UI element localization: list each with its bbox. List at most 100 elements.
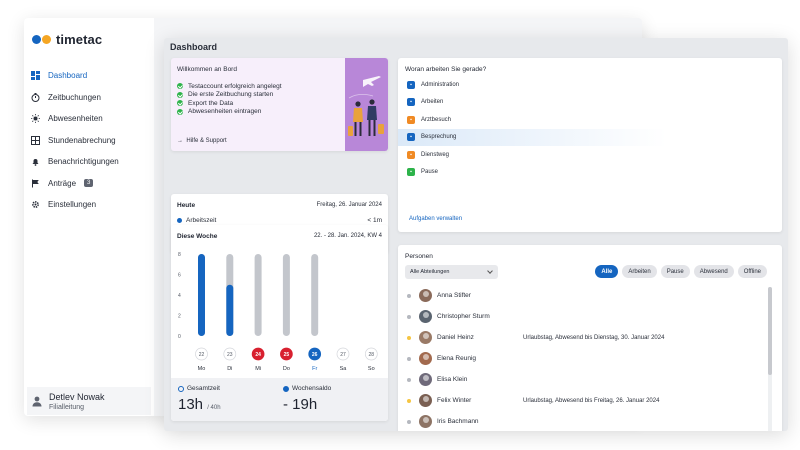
user-profile[interactable]: Detlev Nowak Filialleitung	[27, 387, 151, 415]
onboarding-checklist: Testaccount erfolgreich angelegt Die erst…	[177, 82, 282, 116]
welcome-card: Willkommen an Bord Testaccount erfolgrei…	[171, 58, 388, 151]
airplane-people-illustration-icon	[348, 76, 384, 136]
task-item-arztbesuch[interactable]: ▪ Arztbesuch	[398, 111, 782, 128]
presence-dot-icon	[407, 377, 411, 382]
logo-dot-blue	[32, 35, 41, 44]
checklist-item[interactable]: Export the Data	[177, 99, 282, 108]
task-category-icon: ▪	[407, 168, 415, 176]
weekday-label: Do	[283, 366, 290, 372]
filter-arbeiten[interactable]: Arbeiten	[622, 265, 657, 278]
task-item-label: Dienstweg	[421, 151, 450, 158]
avatar	[419, 289, 432, 302]
people-title: Personen	[405, 253, 433, 260]
today-title: Heute	[177, 202, 196, 209]
avatar	[419, 310, 432, 323]
logo-icon	[32, 35, 51, 44]
weekday-label: Mi	[255, 366, 261, 372]
presence-dot-icon	[407, 398, 411, 403]
person-row[interactable]: Elisa Klein	[407, 369, 767, 390]
person-name: Felix Winter	[437, 397, 472, 404]
brand-name: timetac	[56, 32, 103, 47]
filter-offline[interactable]: Offline	[737, 265, 767, 278]
user-role: Filialleitung	[49, 403, 85, 411]
day-number-label: 27	[340, 352, 346, 358]
requests-count-badge: 3	[84, 179, 94, 188]
task-category-icon: ▪	[407, 98, 415, 106]
sidebar-item-label: Stundenabrechung	[48, 135, 116, 145]
sidebar-item-stundenabrechung[interactable]: Stundenabrechung	[31, 130, 151, 152]
avatar	[419, 331, 432, 344]
stopwatch-icon	[31, 92, 40, 102]
task-category-icon: ▪	[407, 133, 415, 141]
person-absence-note: Urlaubstag, Abwesend bis Dienstag, 30. J…	[523, 334, 665, 341]
sidebar-item-label: Abwesenheiten	[48, 114, 103, 124]
sidebar-item-label: Einstellungen	[48, 200, 97, 210]
presence-dot-icon	[407, 314, 411, 319]
tasks-title: Woran arbeiten Sie gerade?	[405, 66, 487, 73]
travel-illustration	[345, 58, 388, 151]
today-row-label: Arbeitszeit	[177, 217, 216, 224]
filter-alle[interactable]: Alle	[595, 265, 619, 278]
department-select[interactable]: Alle Abteilungen	[405, 265, 498, 279]
person-row[interactable]: Christopher Sturm	[407, 306, 767, 327]
weekday-label: Mo	[198, 366, 206, 372]
help-support-link[interactable]: → Hilfe & Support	[177, 138, 227, 144]
brand-logo[interactable]: timetac	[32, 32, 102, 47]
checklist-item[interactable]: Die erste Zeitbuchung starten	[177, 91, 282, 100]
filter-abwesend[interactable]: Abwesend	[693, 265, 734, 278]
task-item-administration[interactable]: ▪ Administration	[398, 76, 782, 93]
filter-pause[interactable]: Pause	[660, 265, 690, 278]
person-name: Elena Reunig	[437, 355, 477, 362]
sidebar-item-einstellungen[interactable]: Einstellungen	[31, 194, 151, 216]
y-tick-label: 4	[178, 293, 181, 299]
day-number-label: 26	[312, 352, 318, 358]
person-row[interactable]: Elena Reunig	[407, 348, 767, 369]
presence-dot-icon	[407, 419, 411, 424]
sidebar-item-zeitbuchungen[interactable]: Zeitbuchungen	[31, 87, 151, 109]
weekday-label: Fr	[312, 366, 317, 372]
person-row[interactable]: Daniel Heinz Urlaubstag, Abwesend bis Die…	[407, 327, 767, 348]
welcome-title: Willkommen an Bord	[177, 66, 237, 73]
person-name: Christopher Sturm	[437, 313, 490, 320]
target-bar	[311, 254, 319, 336]
total-target: / 40h	[207, 405, 221, 411]
sidebar-item-antr-ge[interactable]: Anträge 3	[31, 173, 151, 195]
avatar	[419, 394, 432, 407]
check-circle-icon	[177, 108, 183, 115]
sidebar-item-dashboard[interactable]: Dashboard	[31, 65, 151, 87]
checklist-item[interactable]: Testaccount erfolgreich angelegt	[177, 82, 282, 91]
task-category-icon: ▪	[407, 150, 415, 159]
person-row[interactable]: Felix Winter Urlaubstag, Abwesend bis Fre…	[407, 390, 767, 411]
person-name: Elisa Klein	[437, 376, 468, 383]
manage-tasks-link[interactable]: Aufgaben verwalten	[409, 216, 462, 222]
task-item-pause[interactable]: ▪ Pause	[398, 164, 782, 181]
people-card: Personen Alle Abteilungen Alle Arbeiten Pa…	[398, 245, 782, 431]
today-row-value: < 1m	[367, 217, 382, 224]
checklist-item[interactable]: Abwesenheiten eintragen	[177, 108, 282, 117]
user-name: Detlev Nowak	[49, 391, 105, 402]
presence-dot-icon	[407, 356, 411, 361]
sidebar-item-label: Dashboard	[48, 71, 88, 81]
task-item-label: Administration	[421, 81, 460, 88]
task-item-besprechung[interactable]: ▪ Besprechung	[398, 128, 782, 146]
checklist-item-label: Testaccount erfolgreich angelegt	[188, 82, 282, 90]
people-scrollbar[interactable]	[768, 287, 772, 375]
task-item-dienstweg[interactable]: ▪ Dienstweg	[398, 146, 782, 163]
person-name: Anna Stifter	[437, 292, 471, 299]
task-item-label: Arbeiten	[421, 99, 444, 105]
sidebar-item-abwesenheiten[interactable]: Abwesenheiten	[31, 108, 151, 130]
weekday-label: So	[368, 366, 375, 372]
task-item-label: Pause	[421, 169, 439, 175]
person-row[interactable]: Iris Bachmann	[407, 411, 767, 431]
person-name: Daniel Heinz	[437, 334, 474, 341]
total-time-text: Gesamtzeit	[187, 385, 220, 392]
sidebar-item-label: Anträge	[48, 178, 77, 188]
task-item-label: Arztbesuch	[421, 116, 452, 123]
avatar	[419, 373, 432, 386]
status-dot-icon	[177, 217, 182, 223]
sidebar-item-label: Zeitbuchungen	[48, 92, 101, 102]
dashboard-window: Dashboard Willkommen an Bord Testaccount…	[164, 38, 788, 431]
person-row[interactable]: Anna Stifter	[407, 285, 767, 306]
sidebar-item-benachrichtigungen[interactable]: Benachrichtigungen	[31, 151, 151, 173]
task-item-arbeiten[interactable]: ▪ Arbeiten	[398, 94, 782, 111]
